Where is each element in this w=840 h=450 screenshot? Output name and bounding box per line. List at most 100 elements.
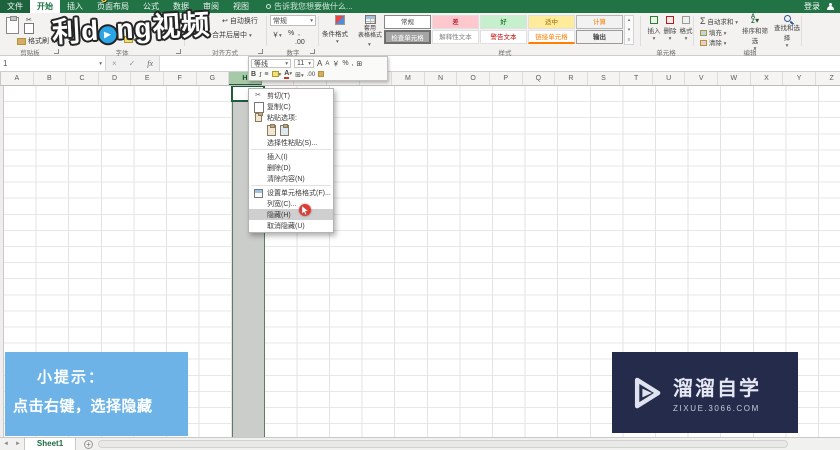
menu-item-format-cells[interactable]: 设置单元格格式(F)... [249, 187, 333, 198]
cancel-icon[interactable]: × [112, 59, 117, 68]
horizontal-scrollbar[interactable] [98, 440, 788, 448]
new-sheet-icon[interactable]: + [84, 439, 94, 449]
column-header-cell[interactable]: G [197, 72, 230, 85]
font-dialog-launcher[interactable] [176, 49, 181, 54]
name-box-dropdown-icon[interactable]: ▾ [99, 61, 102, 67]
mini-fill-color-button[interactable]: ▾ [271, 71, 281, 78]
mini-shrink-font-button[interactable]: A [325, 61, 329, 67]
menu-item-insert[interactable]: 插入(I) [249, 151, 333, 162]
mini-decimal-button[interactable]: .00 [307, 72, 315, 78]
cell-style-calculation[interactable]: 计算 [576, 15, 623, 29]
mini-grow-font-button[interactable]: A [317, 59, 322, 68]
mini-percent-button[interactable]: % [342, 60, 348, 67]
comma-style-button[interactable]: , [298, 30, 300, 37]
cell-style-output[interactable]: 输出 [576, 30, 623, 44]
gallery-more-icon[interactable]: ≡ [628, 37, 631, 43]
column-header-cell[interactable]: R [555, 72, 588, 85]
mini-format-painter-button[interactable] [318, 71, 325, 78]
merge-center-button[interactable]: 合并后居中 ▾ [212, 30, 252, 40]
autosum-button[interactable]: Σ 自动求和 ▾ [700, 16, 738, 26]
column-header-cell[interactable]: E [131, 72, 164, 85]
mini-table-button[interactable]: ⊞ [357, 60, 363, 68]
column-header-cell[interactable]: M [392, 72, 425, 85]
column-header-cell[interactable]: Z [816, 72, 840, 85]
wrap-text-button[interactable]: ↩ 自动换行 [222, 16, 258, 26]
column-header-cell[interactable]: P [490, 72, 523, 85]
fill-button[interactable]: 填充 ▾ [700, 27, 726, 37]
mini-font-color-button[interactable]: A▾ [284, 70, 292, 79]
mini-align-button[interactable]: ≡ [264, 71, 268, 78]
column-header-cell[interactable]: T [620, 72, 653, 85]
sheet-nav-left-icon[interactable]: ◄ [0, 441, 12, 447]
column-header-cell[interactable]: Y [783, 72, 816, 85]
cell-style-good[interactable]: 好 [480, 15, 527, 29]
menu-item-copy[interactable]: 复制(C) [249, 101, 333, 113]
cell-style-bad[interactable]: 差 [432, 15, 479, 29]
accounting-format-button[interactable]: ￥▾ [272, 30, 282, 40]
tab-file[interactable]: 文件 [0, 0, 30, 13]
cell-style-explanatory[interactable]: 解释性文本 [432, 30, 479, 44]
menu-item-cut[interactable]: ✂ 剪切(T) [249, 90, 333, 101]
mini-bold-button[interactable]: B [251, 71, 256, 78]
gallery-down-icon[interactable]: ▾ [628, 27, 631, 33]
format-as-table-label[interactable]: 套用 表格格式 [358, 26, 382, 40]
column-header-cell[interactable]: O [457, 72, 490, 85]
styles-gallery-scroll[interactable]: ▴ ▾ ≡ [624, 15, 634, 45]
name-box[interactable]: 1 ▾ [0, 56, 106, 71]
column-header-cell[interactable]: Q [523, 72, 556, 85]
mini-italic-button[interactable]: I [259, 71, 261, 79]
mini-font-name-dropdown[interactable]: 等线 ▾ [251, 59, 291, 68]
menu-item-clear-contents[interactable]: 清除内容(N) [249, 173, 333, 184]
column-header-cell[interactable]: F [164, 72, 197, 85]
menu-item-paste-special[interactable]: 选择性粘贴(S)... [249, 137, 333, 148]
number-dialog-launcher[interactable] [310, 49, 315, 54]
number-format-dropdown[interactable]: 常规 ▾ [270, 15, 316, 26]
format-cells-button[interactable]: 格式 ▾ [676, 16, 696, 42]
column-header-cell[interactable]: N [425, 72, 458, 85]
column-header-cell[interactable]: D [99, 72, 132, 85]
column-header-cell[interactable]: A [1, 72, 34, 85]
menu-item-unhide[interactable]: 取消隐藏(U) [249, 220, 333, 231]
menu-item-hide[interactable]: 隐藏(H) [249, 209, 333, 220]
cell-style-warning[interactable]: 警告文本 [480, 30, 527, 44]
insert-function-icon[interactable]: fx [147, 59, 153, 68]
column-header-cell[interactable]: W [718, 72, 751, 85]
paste-option-keep-formatting[interactable] [267, 123, 276, 136]
row-headers[interactable] [0, 86, 4, 437]
column-header-cell[interactable]: C [66, 72, 99, 85]
sheet-tab-sheet1[interactable]: Sheet1 [23, 437, 77, 450]
sheet-nav-right-icon[interactable]: ► [12, 441, 24, 447]
column-header-cell[interactable]: X [751, 72, 784, 85]
account-person-icon[interactable] [826, 2, 834, 11]
find-select-button[interactable]: 查找和选择 ▾ [772, 15, 802, 49]
clear-button[interactable]: 清除 ▾ [700, 37, 726, 47]
format-as-table-button[interactable] [358, 15, 382, 26]
gallery-up-icon[interactable]: ▴ [628, 17, 631, 23]
enter-check-icon[interactable]: ✓ [129, 59, 136, 68]
decimal-buttons[interactable]: .00 [295, 39, 305, 46]
cell-style-linked-cell[interactable]: 链接单元格 [528, 30, 575, 44]
column-header-cell[interactable]: V [685, 72, 719, 85]
cell-style-check-cell[interactable]: 检查单元格 [384, 30, 431, 44]
mini-comma-button[interactable]: , [352, 60, 354, 67]
cell-style-neutral[interactable]: 适中 [528, 15, 575, 29]
menu-item-column-width[interactable]: 列宽(C)... [249, 198, 333, 209]
format-as-table-dropdown[interactable]: ▾ [368, 41, 371, 48]
cell-style-normal[interactable]: 常规 [384, 15, 431, 29]
tab-view[interactable]: 视图 [226, 0, 256, 13]
column-header-cell[interactable]: S [588, 72, 621, 85]
percent-style-button[interactable]: % [288, 30, 294, 37]
format-painter-button[interactable]: 格式刷 [17, 36, 49, 46]
sign-in-link[interactable]: 登录 [804, 1, 820, 12]
menu-item-delete[interactable]: 删除(D) [249, 162, 333, 173]
tell-me-box[interactable]: 告诉我您想要做什么... [266, 0, 353, 13]
mini-border-button[interactable]: ⊞▾ [295, 71, 304, 79]
alignment-dialog-launcher[interactable] [258, 49, 263, 54]
conditional-formatting-label[interactable]: 条件格式 [322, 28, 348, 38]
mini-font-size-dropdown[interactable]: 11 ▾ [294, 59, 314, 68]
column-header-cell[interactable]: B [34, 72, 67, 85]
mini-accounting-button[interactable]: ￥ [332, 59, 339, 69]
conditional-formatting-button[interactable] [326, 15, 354, 27]
copy-button[interactable] [24, 23, 34, 36]
column-header-cell[interactable]: U [653, 72, 686, 85]
